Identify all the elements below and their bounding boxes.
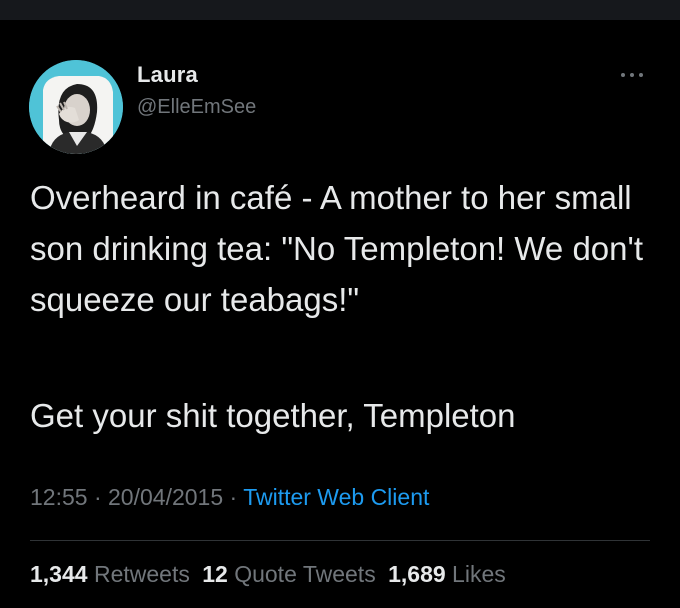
meta-separator: ·: [93, 484, 102, 510]
quote-tweets-label: Quote Tweets: [234, 561, 376, 587]
tweet-date[interactable]: 20/04/2015: [108, 484, 223, 510]
tweet-text-paragraph-1: Overheard in café - A mother to her smal…: [30, 179, 643, 318]
tweet-meta: 12:55 · 20/04/2015 · Twitter Web Client: [30, 484, 429, 511]
user-handle[interactable]: @ElleEmSee: [137, 96, 256, 119]
quote-tweets-stat[interactable]: 12 Quote Tweets: [202, 561, 382, 587]
tweet-stats: 1,344 Retweets 12 Quote Tweets 1,689 Lik…: [30, 561, 512, 588]
top-bar: [0, 0, 680, 20]
retweets-label: Retweets: [93, 561, 190, 587]
avatar[interactable]: [29, 60, 123, 154]
divider: [30, 540, 650, 541]
tweet-time[interactable]: 12:55: [30, 484, 88, 510]
quote-tweets-count: 12: [202, 561, 228, 587]
more-dot: [639, 73, 643, 77]
profile-photo-icon: [29, 60, 123, 154]
tweet-client-link[interactable]: Twitter Web Client: [243, 484, 429, 510]
meta-separator: ·: [229, 484, 238, 510]
likes-count: 1,689: [388, 561, 446, 587]
tweet-card: Laura @ElleEmSee Overheard in café - A m…: [0, 20, 680, 608]
more-dot: [630, 73, 634, 77]
retweets-stat[interactable]: 1,344 Retweets: [30, 561, 196, 587]
tweet-text-paragraph-2: Get your shit together, Templeton: [30, 397, 516, 434]
display-name[interactable]: Laura: [137, 62, 198, 88]
more-options-button[interactable]: [612, 64, 652, 86]
retweets-count: 1,344: [30, 561, 88, 587]
likes-stat[interactable]: 1,689 Likes: [388, 561, 506, 587]
more-horizontal-icon: [621, 73, 625, 77]
likes-label: Likes: [452, 561, 506, 587]
